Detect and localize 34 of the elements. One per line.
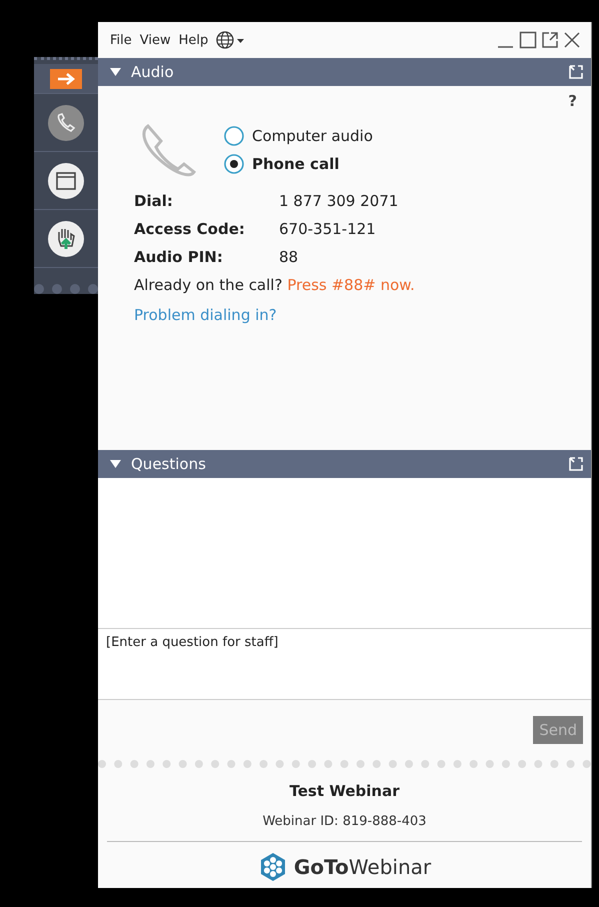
question-input-field[interactable]: [Enter a question for staff] (98, 629, 591, 700)
window-icon (47, 162, 85, 200)
detail-label: Audio PIN: (134, 248, 224, 266)
already-text: Already on the call? (134, 276, 282, 294)
press-instruction: Press #88# now. (287, 276, 415, 294)
close-icon[interactable] (563, 31, 581, 49)
raised-hand-icon (47, 220, 85, 258)
collapse-caret-icon[interactable] (110, 68, 121, 76)
detail-value: 88 (279, 248, 300, 266)
panel-title: Audio (131, 63, 175, 81)
detail-value: 1 877 309 2071 (279, 192, 400, 210)
maximize-icon[interactable] (519, 31, 537, 49)
menu-item[interactable]: View (140, 32, 171, 48)
detail-value: 670-351-121 (279, 220, 377, 238)
logo-wordmark: GoToWebinar (294, 855, 432, 879)
webinar-title: Test Webinar (290, 782, 400, 800)
detail-label: Access Code: (134, 220, 246, 238)
globe-dropdown-icon[interactable] (216, 31, 246, 49)
phone-icon (47, 104, 85, 142)
radio-label[interactable]: Computer audio (252, 127, 373, 145)
menu-item[interactable]: File (110, 32, 132, 48)
detail-label: Dial: (134, 192, 174, 210)
radio-button[interactable] (224, 126, 244, 146)
collapse-caret-icon[interactable] (110, 460, 121, 468)
panel-title: Questions (131, 455, 207, 473)
toolbar-button[interactable] (34, 64, 98, 94)
menu-item[interactable]: Help (178, 32, 208, 48)
audio-panel-header[interactable]: Audio (98, 58, 591, 86)
webinar-id: Webinar ID: 819-888-403 (262, 814, 426, 829)
radio-button[interactable] (224, 154, 244, 174)
help-link[interactable]: ? (568, 92, 577, 110)
radio-label[interactable]: Phone call (252, 155, 340, 173)
questions-panel-header[interactable]: Questions (98, 450, 591, 478)
popout-icon[interactable] (541, 31, 559, 49)
